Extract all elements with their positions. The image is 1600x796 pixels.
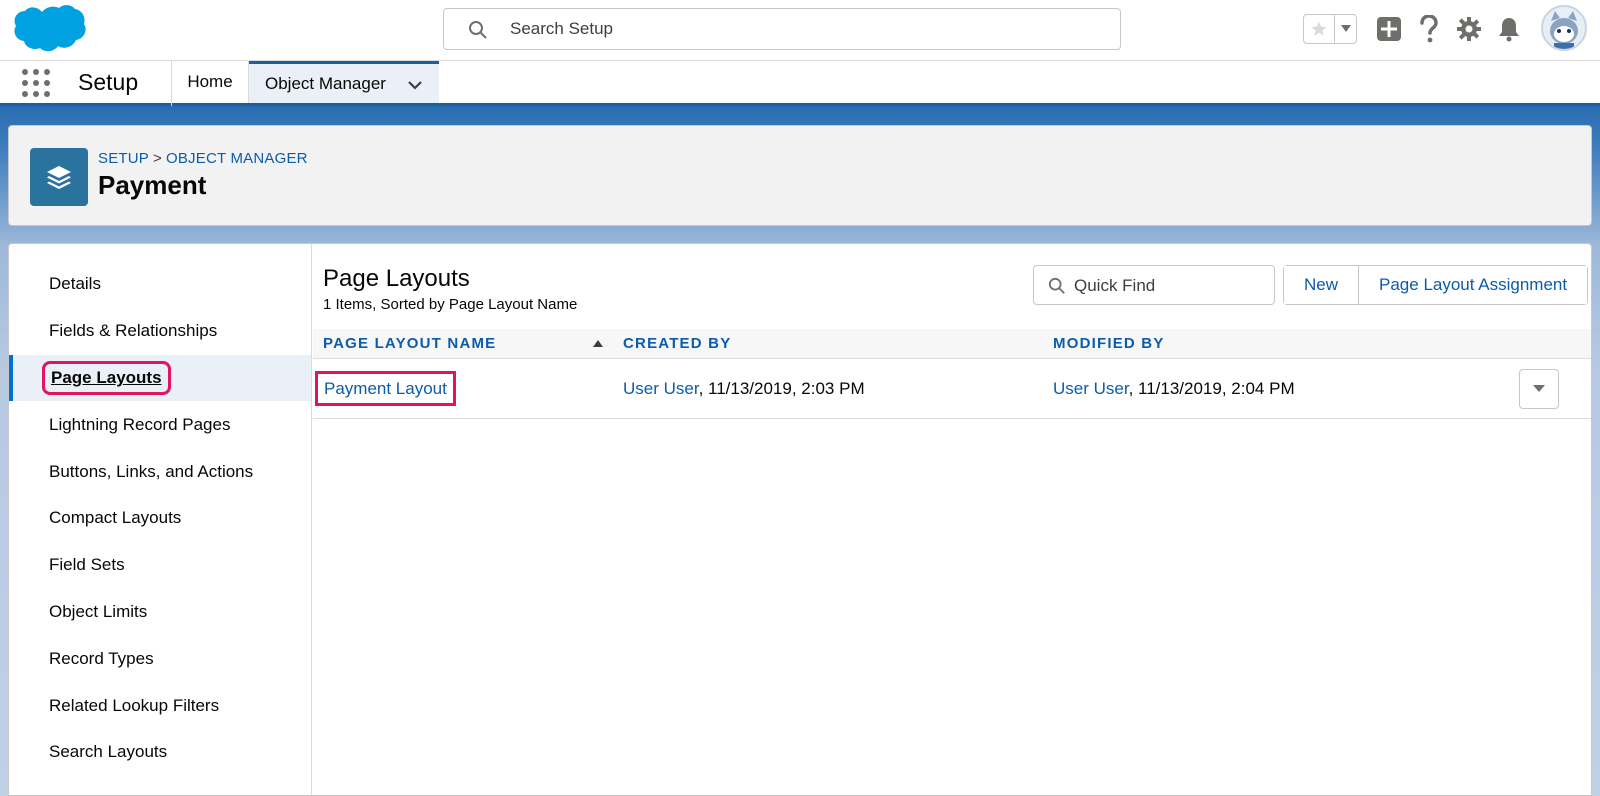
modified-by-date: , 11/13/2019, 2:04 PM <box>1128 379 1295 398</box>
column-header-created-by[interactable]: CREATED BY <box>623 335 731 352</box>
sidebar-item-compact-layouts[interactable]: Compact Layouts <box>9 495 311 542</box>
search-icon <box>468 20 488 40</box>
sidebar-item-object-limits[interactable]: Object Limits <box>9 589 311 636</box>
sort-ascending-icon[interactable] <box>593 340 603 347</box>
sidebar-item-search-layouts[interactable]: Search Layouts <box>9 729 311 776</box>
favorites-dropdown-icon[interactable] <box>1334 15 1356 43</box>
sidebar-item-fields-relationships[interactable]: Fields & Relationships <box>9 308 311 355</box>
column-header-modified-by[interactable]: MODIFIED BY <box>1053 335 1165 352</box>
sidebar-item-label: Record Types <box>49 648 154 668</box>
row-actions-dropdown-icon[interactable] <box>1519 369 1559 409</box>
sidebar-item-label: Fields & Relationships <box>49 321 218 341</box>
tab-object-manager-label: Object Manager <box>265 73 386 93</box>
table-row: Payment Layout User User, 11/13/2019, 2:… <box>313 359 1591 419</box>
global-actions-add-icon[interactable] <box>1374 14 1404 44</box>
sidebar-item-lightning-record-pages[interactable]: Lightning Record Pages <box>9 401 311 448</box>
sidebar-item-label: Lightning Record Pages <box>49 414 231 434</box>
sidebar-item-field-sets[interactable]: Field Sets <box>9 542 311 589</box>
sidebar-item-label: Search Layouts <box>49 742 168 762</box>
page-layout-assignment-button[interactable]: Page Layout Assignment <box>1358 266 1588 304</box>
cell-page-layout-name: Payment Layout <box>315 371 456 406</box>
sidebar-item-label: Compact Layouts <box>49 508 182 528</box>
column-header-page-layout-name[interactable]: PAGE LAYOUT NAME <box>323 335 496 352</box>
app-name: Setup <box>78 69 139 95</box>
quick-find[interactable] <box>1033 265 1275 305</box>
notifications-bell-icon[interactable] <box>1494 14 1524 44</box>
favorites-group <box>1303 14 1357 44</box>
section-subtitle: 1 Items, Sorted by Page Layout Name <box>323 296 578 313</box>
search-icon <box>1048 277 1066 300</box>
sidebar-item-label: Object Limits <box>49 601 148 621</box>
section-title: Page Layouts <box>323 265 470 292</box>
global-search[interactable] <box>443 8 1121 50</box>
app-nav-bar: Setup Home Object Manager <box>0 61 1600 106</box>
sidebar-item-label: Details <box>49 274 101 294</box>
breadcrumb-object-manager[interactable]: OBJECT MANAGER <box>166 150 308 167</box>
app-launcher-icon[interactable] <box>22 69 50 97</box>
breadcrumb: SETUP > OBJECT MANAGER <box>98 150 308 167</box>
sidebar-item-buttons-links-actions[interactable]: Buttons, Links, and Actions <box>9 448 311 495</box>
sidebar-item-label: Field Sets <box>49 555 125 575</box>
table-header: PAGE LAYOUT NAME CREATED BY MODIFIED BY <box>313 329 1591 359</box>
tab-home[interactable]: Home <box>172 61 249 103</box>
new-button[interactable]: New <box>1284 266 1359 304</box>
page-title: Payment <box>98 170 207 200</box>
object-sidebar: Details Fields & Relationships Page Layo… <box>9 244 312 795</box>
sidebar-item-label: Buttons, Links, and Actions <box>49 461 254 481</box>
global-header <box>0 0 1600 61</box>
sidebar-item-related-lookup-filters[interactable]: Related Lookup Filters <box>9 682 311 729</box>
quick-find-input[interactable] <box>1074 274 1264 298</box>
sidebar-item-label: Related Lookup Filters <box>49 695 220 715</box>
main-card: Details Fields & Relationships Page Layo… <box>8 243 1592 796</box>
sidebar-item-details[interactable]: Details <box>9 261 311 308</box>
page-layout-link[interactable]: Payment Layout <box>315 371 456 406</box>
modified-by-user-link[interactable]: User User <box>1053 379 1129 398</box>
cell-created-by: User User, 11/13/2019, 2:03 PM <box>623 379 865 399</box>
salesforce-logo-icon[interactable] <box>12 4 86 56</box>
chevron-down-icon[interactable] <box>407 76 423 96</box>
action-button-group: New Page Layout Assignment <box>1283 265 1589 305</box>
breadcrumb-separator: > <box>153 150 162 167</box>
favorite-star-icon[interactable] <box>1304 15 1334 43</box>
tab-object-manager[interactable]: Object Manager <box>249 61 439 103</box>
sidebar-item-record-types[interactable]: Record Types <box>9 635 311 682</box>
cell-modified-by: User User, 11/13/2019, 2:04 PM <box>1053 379 1295 399</box>
object-layers-icon <box>30 148 88 206</box>
object-header: SETUP > OBJECT MANAGER Payment <box>8 125 1592 226</box>
page-layouts-panel: Page Layouts 1 Items, Sorted by Page Lay… <box>313 244 1591 795</box>
breadcrumb-setup[interactable]: SETUP <box>98 150 149 167</box>
created-by-date: , 11/13/2019, 2:03 PM <box>698 379 865 398</box>
help-icon[interactable] <box>1414 14 1444 44</box>
global-search-input[interactable] <box>510 17 1090 41</box>
created-by-user-link[interactable]: User User <box>623 379 699 398</box>
sidebar-item-label: Page Layouts <box>42 360 171 395</box>
setup-gear-icon[interactable] <box>1454 14 1484 44</box>
sidebar-item-page-layouts[interactable]: Page Layouts <box>9 354 311 402</box>
user-avatar[interactable] <box>1541 5 1587 51</box>
